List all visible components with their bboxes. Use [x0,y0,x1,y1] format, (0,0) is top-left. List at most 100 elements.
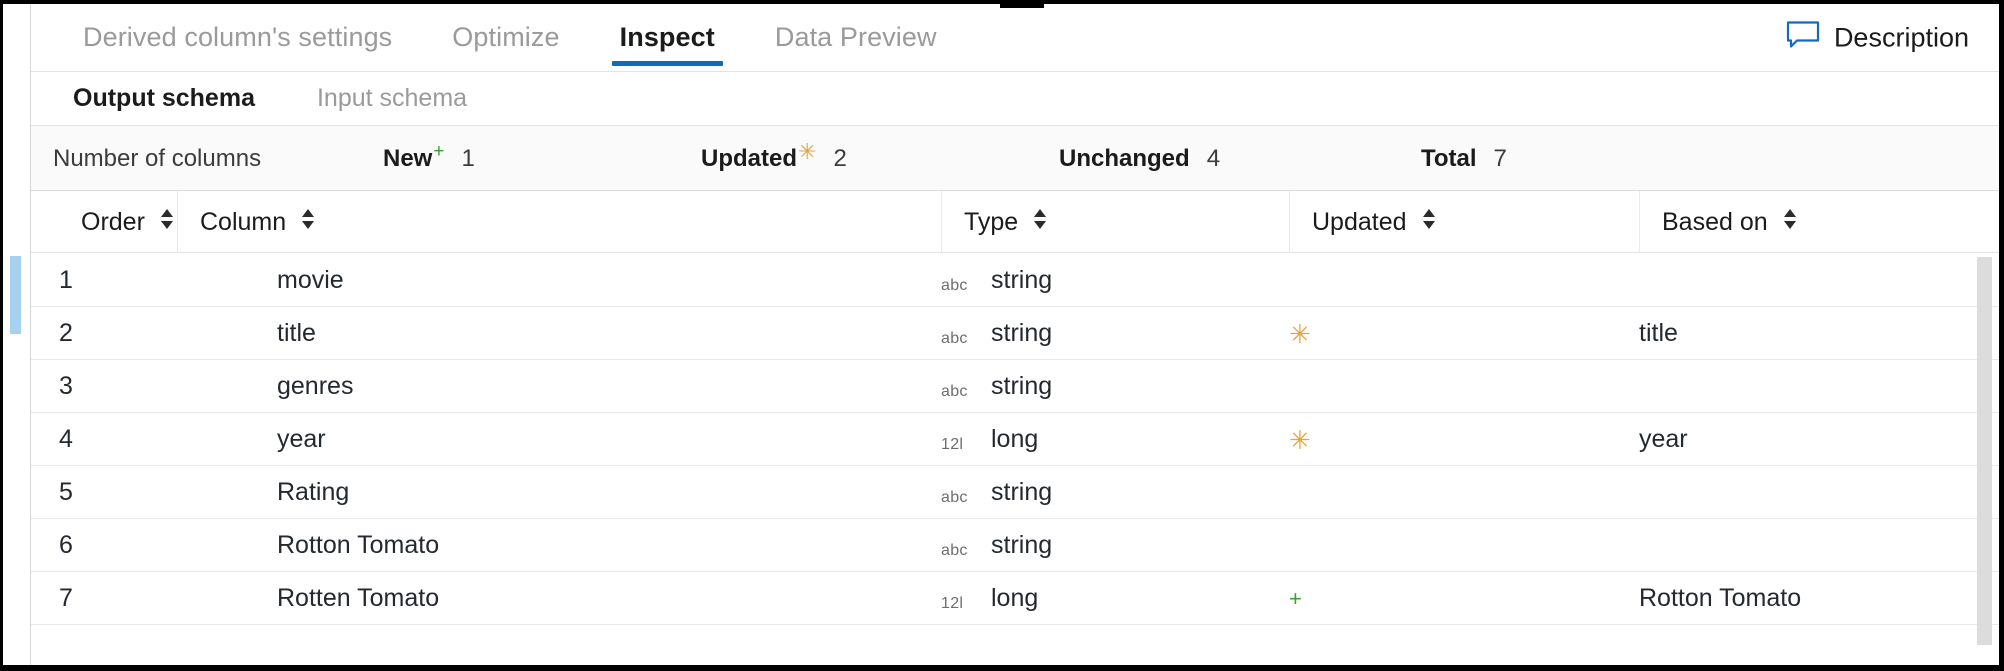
cell-type: abcstring [941,307,1271,360]
stat-label: Total [1421,145,1477,173]
tab-label: Optimize [452,22,559,53]
tab-optimize[interactable]: Optimize [422,4,589,72]
cell-based-on-text: year [1639,425,1688,454]
cell-order: 4 [59,413,179,466]
cell-updated-marker: ✳ [1289,413,1589,466]
cell-order-text: 2 [59,319,73,348]
schema-grid: Order Column Type [31,191,1999,665]
table-row[interactable]: 3genresabcstring [31,360,1999,413]
cell-type: 12l long [941,572,1271,625]
panel: Derived column's settings Optimize Inspe… [31,4,1999,665]
tab-inspect[interactable]: Inspect [590,4,745,72]
cell-type-text: string [991,478,1052,507]
cell-updated-marker [1289,254,1589,307]
cell-type: abc string [941,466,1271,519]
cell-type-text: long [991,425,1038,454]
cell-updated-marker [1289,519,1589,572]
tab-derived-column-settings[interactable]: Derived column's settings [53,4,422,72]
sort-icon[interactable] [1782,208,1798,237]
updated-marker-icon: ✳ [1289,321,1311,347]
stat-value: 2 [833,145,846,173]
cell-order: 3 [59,360,179,413]
type-glyph-icon: abc [941,542,975,560]
grid-vertical-scrollbar[interactable] [1977,257,1992,645]
table-row[interactable]: 7Rotten Tomato12llong+Rotton Tomato [31,572,1999,625]
type-glyph-icon: abc [941,489,975,507]
cell-column-name: Rotten Tomato [277,572,927,625]
cell-column-name-text: year [277,425,326,454]
cell-type-text: string [991,531,1052,560]
sort-icon[interactable] [1032,208,1048,237]
cell-column-name-text: title [277,319,316,348]
cell-column-name: Rotton Tomato [277,519,927,572]
cell-order: 1 [59,254,179,307]
summary-stat-new: New+ 1 [383,126,475,191]
new-marker-icon: + [433,142,444,161]
tab-label: Derived column's settings [83,22,392,53]
cell-column-name-text: movie [277,266,344,295]
tab-label: Inspect [620,22,715,53]
cell-type: abcstring [941,254,1271,307]
cell-column-name-text: Rotton Tomato [277,531,439,560]
updated-marker-icon: ✳ [1289,427,1311,453]
cell-order: 5 [59,466,179,519]
summary-stat-total: Total 7 [1421,126,1507,191]
schema-subtab-bar: Output schema Input schema [31,72,1999,126]
table-row[interactable]: 4 year 12llong ✳ year [31,413,1999,466]
subtab-output-schema[interactable]: Output schema [55,84,273,113]
column-header-based-on[interactable]: Based on [1639,191,1999,253]
stat-label: Updated [701,145,797,173]
description-button[interactable]: Description [1786,20,1969,55]
cell-based-on [1639,360,1969,413]
table-row[interactable]: 5 Rating abc string [31,466,1999,519]
cell-updated-marker [1289,466,1589,519]
cell-based-on: Rotton Tomato [1639,572,1969,625]
cell-order-text: 3 [59,372,73,401]
table-row[interactable]: 2 title abcstring ✳ title [31,307,1999,360]
cell-column-name-text: genres [277,372,353,401]
cell-column-name: Rating [277,466,927,519]
description-label: Description [1834,22,1969,53]
cell-order-text: 5 [59,478,73,507]
cell-column-name: title [277,307,927,360]
cell-order-text: 4 [59,425,73,454]
cell-column-name-text: Rotten Tomato [277,584,439,613]
sort-icon[interactable] [300,208,316,237]
column-header-order[interactable]: Order [59,191,177,253]
column-header-updated[interactable]: Updated [1289,191,1639,253]
cell-order-text: 1 [59,266,73,295]
cell-order: 2 [59,307,179,360]
table-row[interactable]: 1 movie abcstring [31,254,1999,307]
sort-icon[interactable] [159,208,175,237]
cell-based-on-text: Rotton Tomato [1639,584,1801,613]
table-row[interactable]: 6Rotton Tomatoabcstring [31,519,1999,572]
type-glyph-icon: abc [941,383,975,401]
tab-data-preview[interactable]: Data Preview [745,4,967,72]
cell-order: 7 [59,572,179,625]
sort-icon[interactable] [1421,208,1437,237]
cell-updated-marker: ✳ [1289,307,1589,360]
cell-based-on [1639,254,1969,307]
cell-type: 12llong [941,413,1271,466]
type-glyph-icon: 12l [941,595,975,613]
cell-based-on: title [1639,307,1969,360]
cell-type-text: long [991,584,1038,613]
cell-updated-marker [1289,360,1589,413]
tab-label: Data Preview [775,22,937,53]
column-count-summary: Number of columns New+ 1 Updated✳ 2 Unch… [31,126,1999,191]
left-selection-accent [10,256,21,334]
column-header-column[interactable]: Column [177,191,941,253]
tab-bar: Derived column's settings Optimize Inspe… [31,4,1999,72]
left-gutter [3,4,31,665]
header-label: Order [81,208,145,237]
cell-column-name: year [277,413,927,466]
window-top-notch [1000,0,1044,8]
subtab-input-schema[interactable]: Input schema [299,84,485,113]
header-label: Column [200,208,286,237]
header-label: Type [964,208,1018,237]
cell-column-name-text: Rating [277,478,349,507]
summary-stat-updated: Updated✳ 2 [701,126,847,191]
comment-icon [1786,20,1820,55]
cell-order-text: 7 [59,584,73,613]
column-header-type[interactable]: Type [941,191,1289,253]
